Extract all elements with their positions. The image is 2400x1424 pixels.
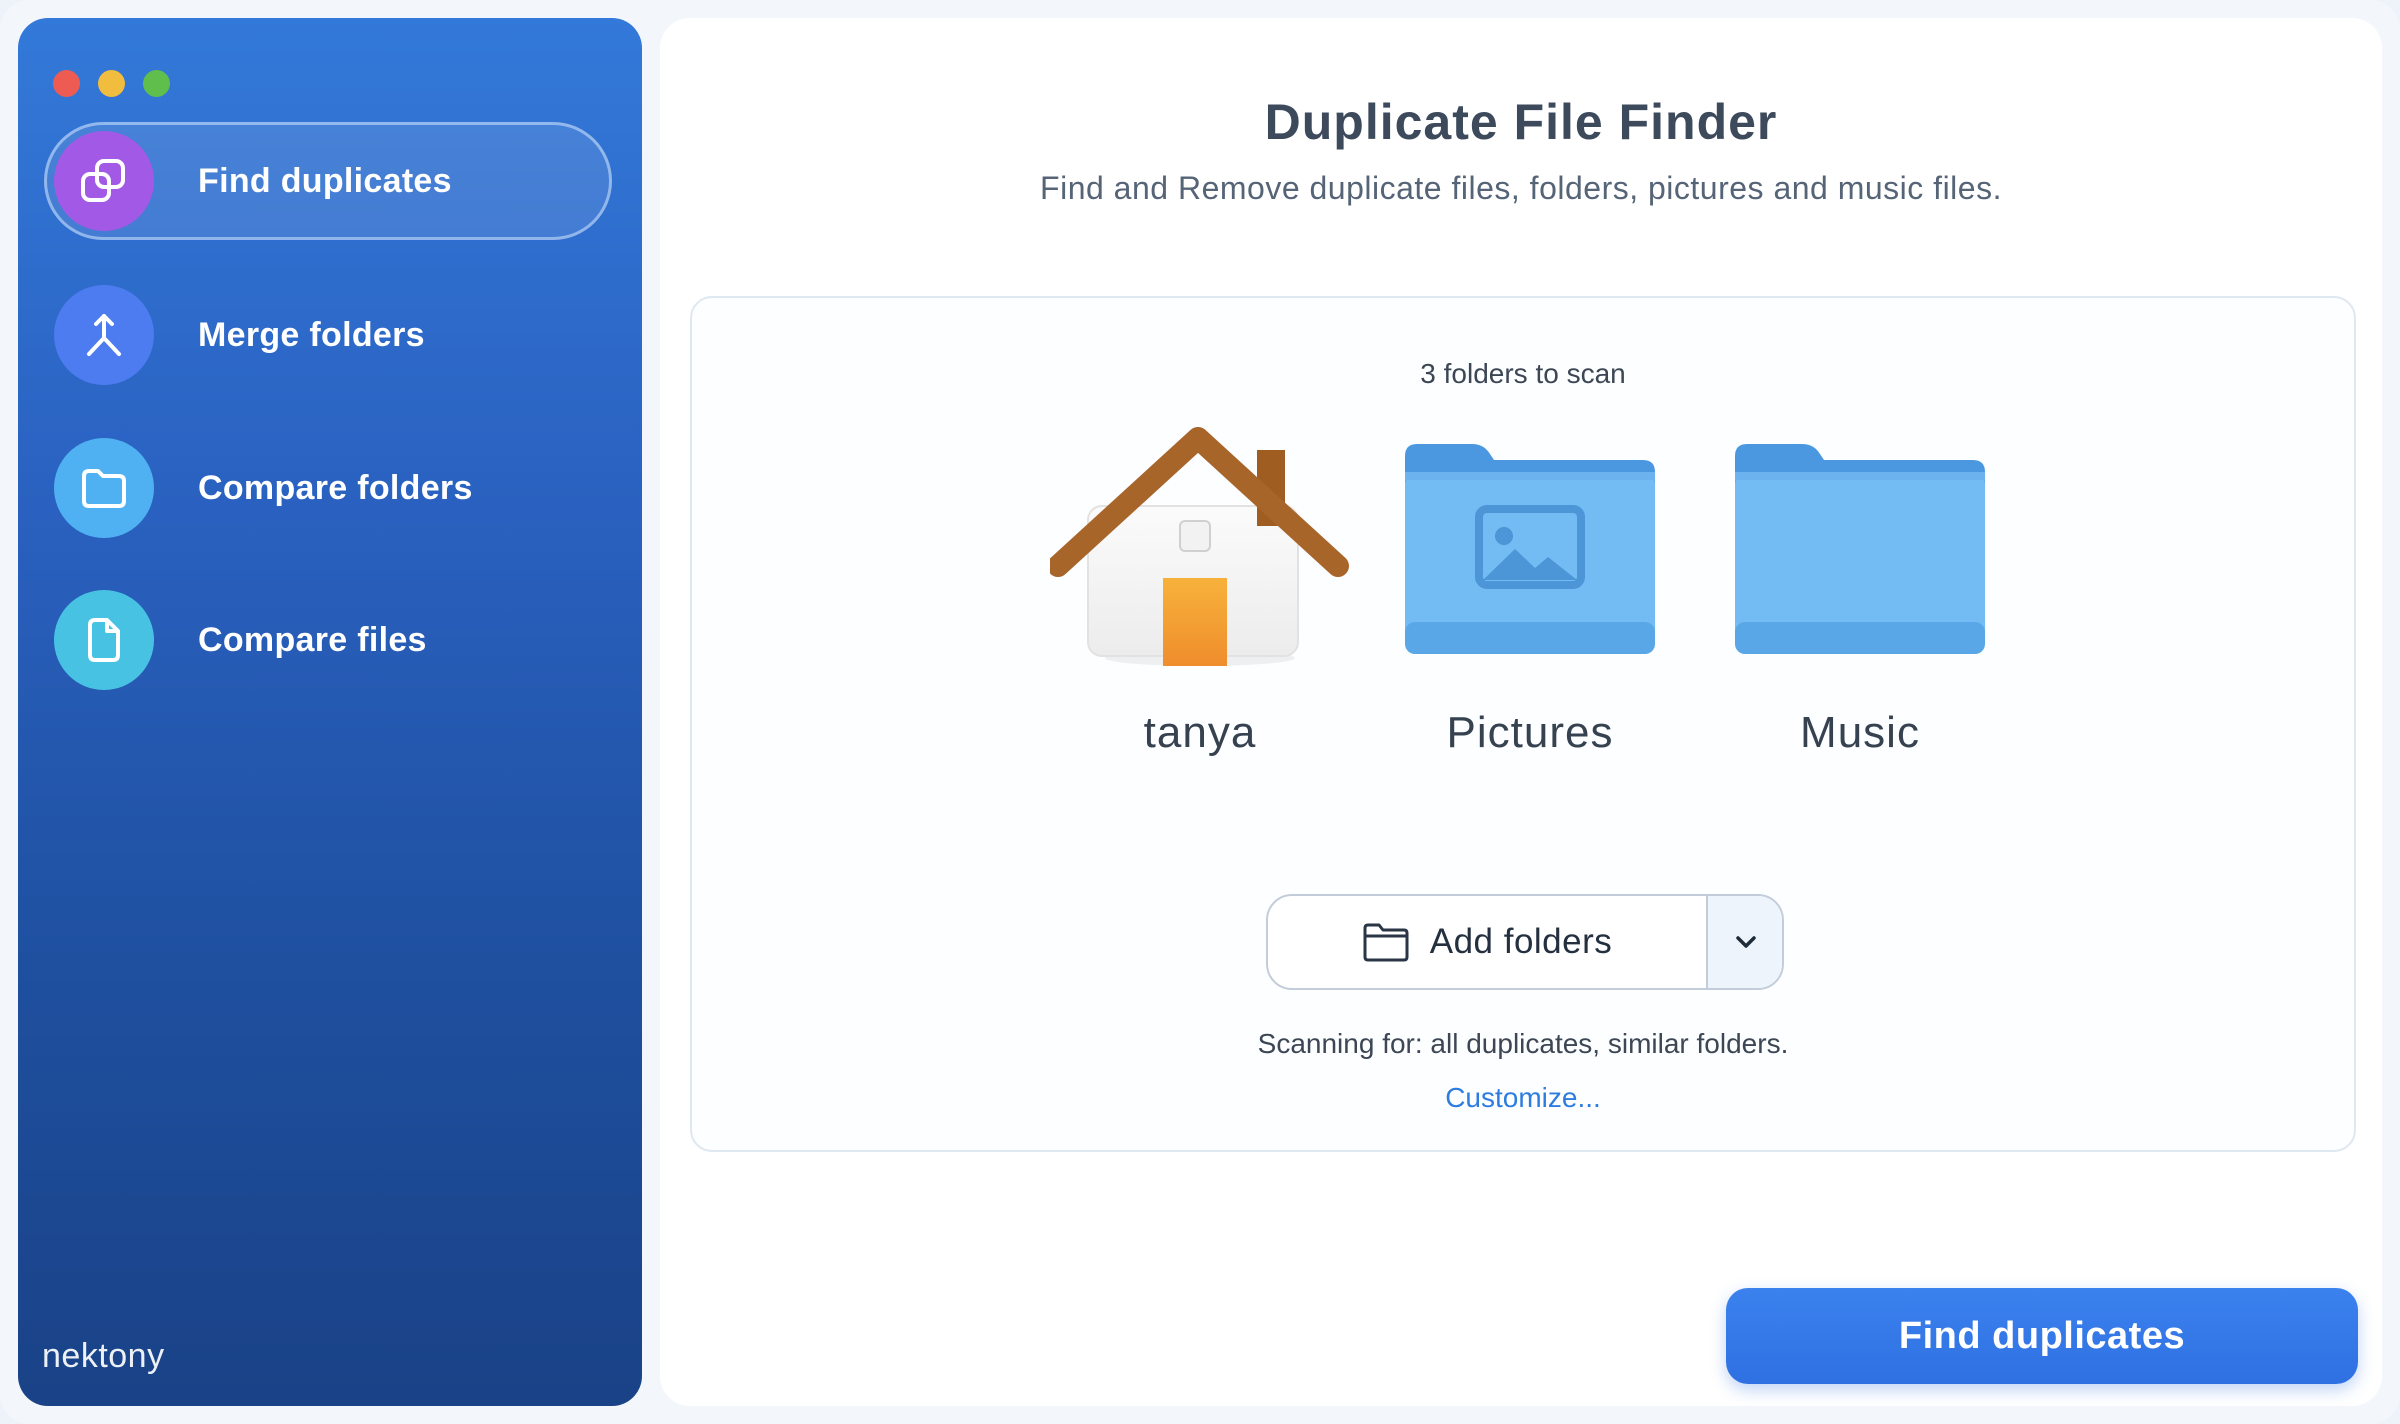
- minimize-window-button[interactable]: [98, 70, 125, 97]
- add-folders-button[interactable]: Add folders: [1268, 896, 1706, 988]
- sidebar-item-label: Merge folders: [198, 316, 425, 354]
- add-folders-control: Add folders: [1266, 894, 1784, 990]
- folder-tile-pictures[interactable]: Pictures: [1380, 408, 1680, 778]
- merge-icon: [54, 285, 154, 385]
- page-subtitle: Find and Remove duplicate files, folders…: [1040, 170, 2002, 206]
- file-icon: [54, 590, 154, 690]
- folder-outline-icon: [1363, 923, 1409, 962]
- chevron-down-icon: [1736, 936, 1756, 948]
- sidebar-item-merge-folders[interactable]: Merge folders: [44, 276, 612, 394]
- page-title: Duplicate File Finder: [1264, 94, 1778, 150]
- add-folders-label: Add folders: [1429, 922, 1613, 961]
- folder-name: Music: [1800, 708, 1920, 757]
- sidebar-item-find-duplicates[interactable]: Find duplicates: [44, 122, 612, 240]
- scanning-for-text: Scanning for: all duplicates, similar fo…: [1257, 1028, 1789, 1059]
- sidebar-item-label: Find duplicates: [198, 162, 452, 200]
- folder-name: Pictures: [1446, 708, 1614, 757]
- scan-folders-panel: 3 folders to scan tanya Pictures Music A…: [690, 296, 2356, 1152]
- close-window-button[interactable]: [53, 70, 80, 97]
- sidebar-item-label: Compare files: [198, 621, 427, 659]
- duplicate-icon: [54, 131, 154, 231]
- folder-icon: [54, 438, 154, 538]
- folder-tile-music[interactable]: Music: [1710, 408, 2010, 778]
- main-panel: Duplicate File Finder Find and Remove du…: [660, 18, 2382, 1406]
- add-folders-dropdown[interactable]: [1708, 896, 1782, 988]
- folder-name: tanya: [1143, 708, 1257, 757]
- music-folder-icon: [1735, 444, 1985, 654]
- customize-link[interactable]: Customize...: [692, 1082, 2354, 1114]
- sidebar-item-compare-folders[interactable]: Compare folders: [44, 429, 612, 547]
- folder-tile-tanya[interactable]: tanya: [1050, 408, 1350, 778]
- nektony-logo: nektony: [42, 1337, 165, 1375]
- home-folder-icon: [1050, 427, 1349, 666]
- pictures-folder-icon: [1405, 444, 1655, 654]
- app-window: Find duplicates Merge folders Compare fo…: [0, 0, 2400, 1424]
- sidebar-item-label: Compare folders: [198, 469, 473, 507]
- sidebar: Find duplicates Merge folders Compare fo…: [18, 18, 642, 1406]
- folders-to-scan-count: 3 folders to scan: [1420, 358, 1626, 389]
- zoom-window-button[interactable]: [143, 70, 170, 97]
- find-duplicates-button[interactable]: Find duplicates: [1726, 1288, 2358, 1384]
- sidebar-item-compare-files[interactable]: Compare files: [44, 581, 612, 699]
